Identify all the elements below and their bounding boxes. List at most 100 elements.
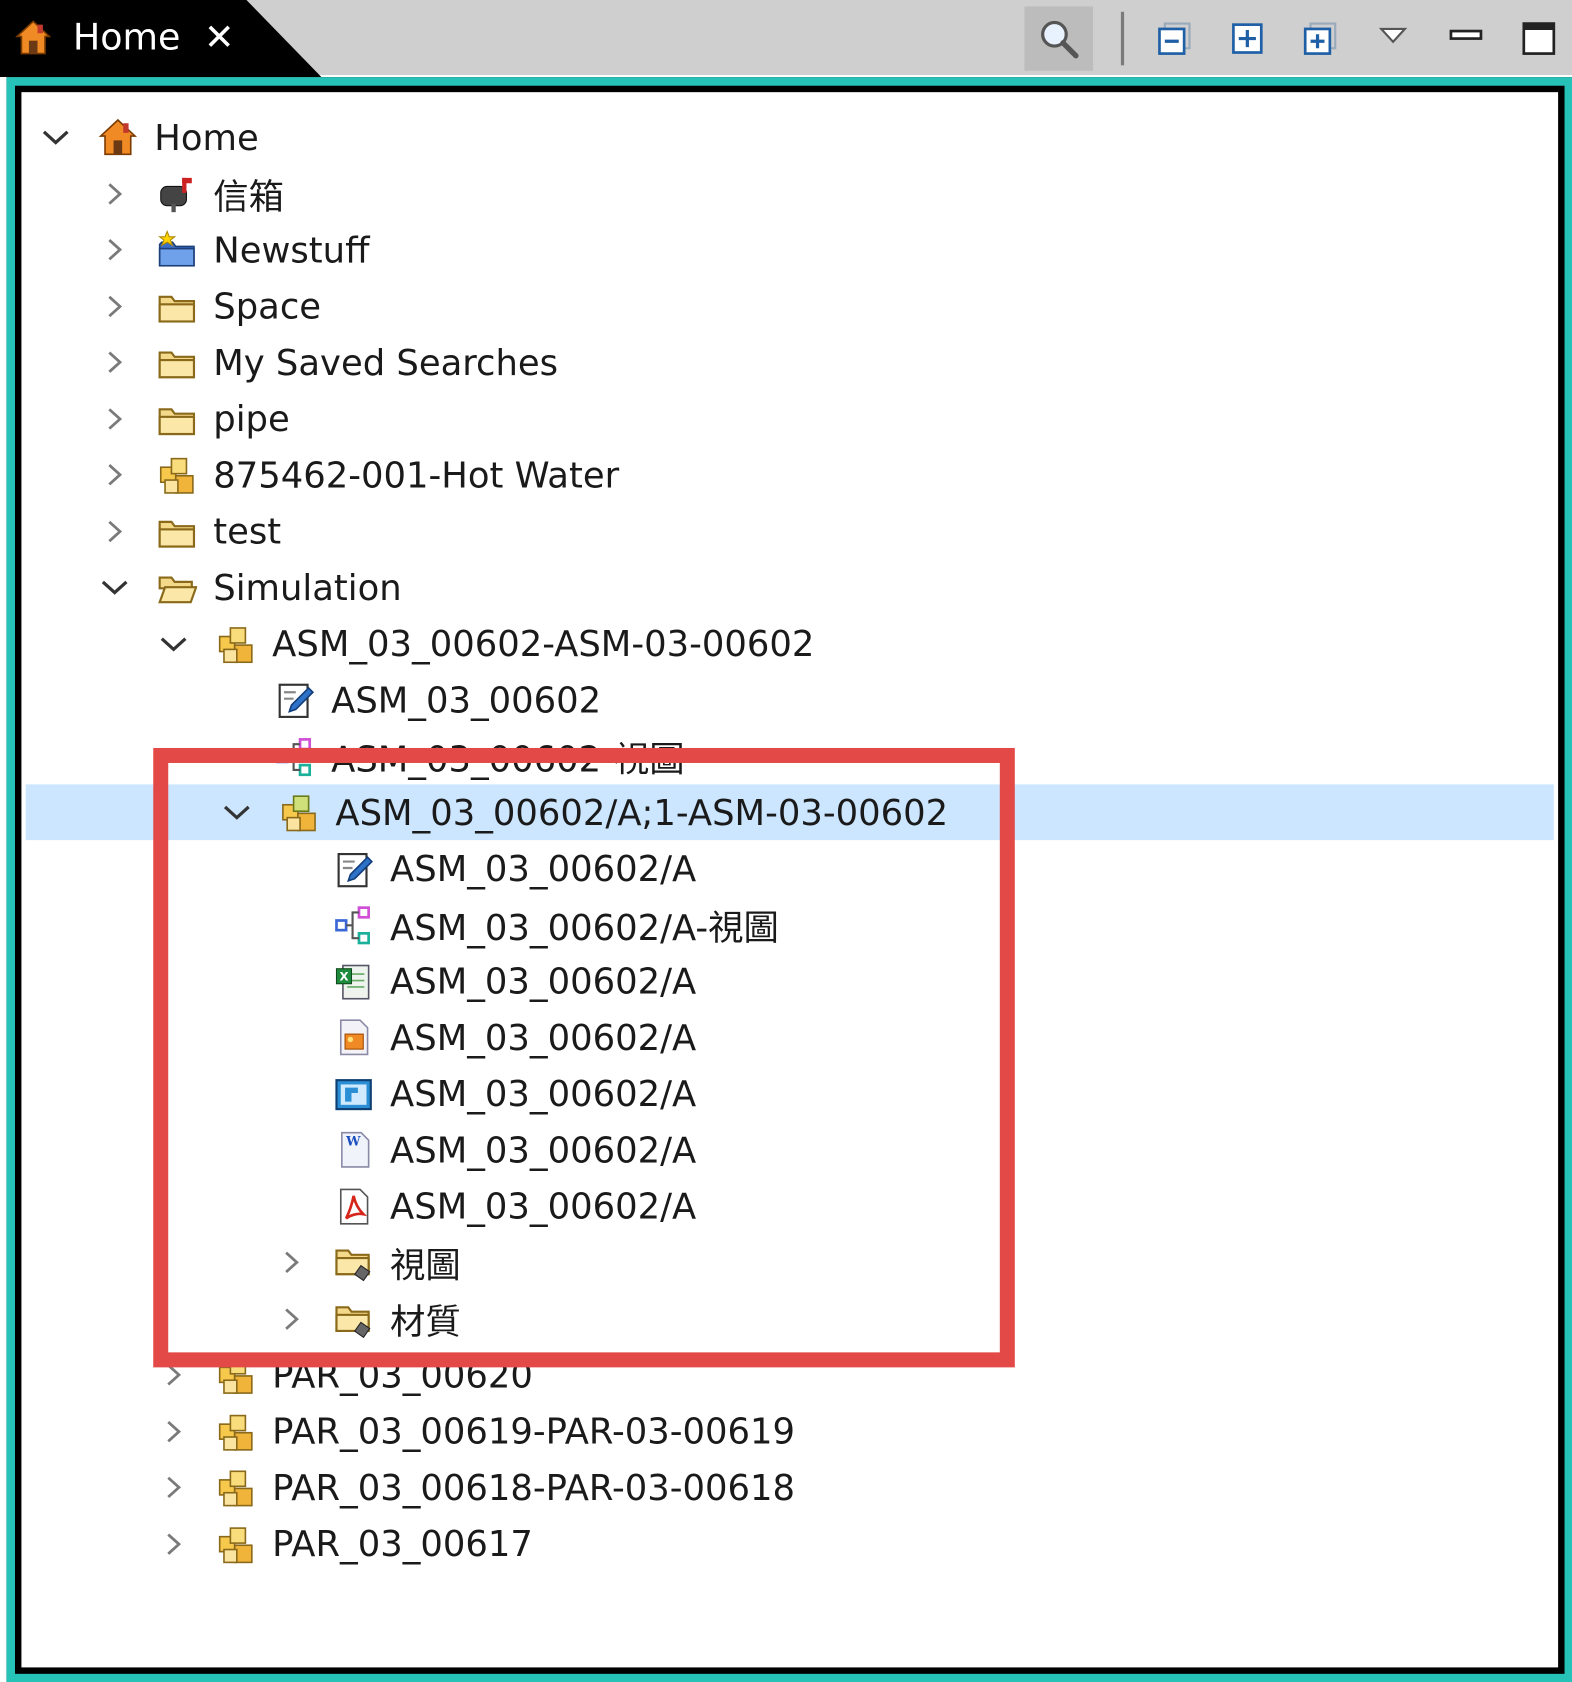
chevron-right-icon[interactable] (100, 347, 130, 377)
tree-node[interactable]: test (21, 503, 1558, 559)
chevron-right-icon[interactable] (100, 516, 130, 546)
tree-node-label: ASM_03_00602/A (390, 1185, 697, 1227)
chevron-down-icon[interactable] (222, 797, 252, 827)
tree-node-label: ASM_03_00602/A (390, 960, 697, 1002)
svg-text:X: X (339, 969, 348, 983)
tree-node[interactable]: ASM_03_00602-視圖 (21, 728, 1558, 784)
tree-node[interactable]: PAR_03_00620 (21, 1347, 1558, 1403)
tree-node[interactable]: W ASM_03_00602/A (21, 1122, 1558, 1178)
search-icon[interactable] (1024, 6, 1094, 71)
tree-viewport: Home 信箱 Newstuff Space My Saved Searches pipe… (21, 92, 1559, 1668)
tree-node[interactable]: ASM_03_00602/A (21, 1178, 1558, 1234)
home-icon (96, 116, 139, 159)
tree-node[interactable]: Newstuff (21, 222, 1558, 278)
tree-node-label: 材質 (390, 1300, 461, 1343)
tree-node-label: ASM_03_00602/A (390, 1128, 697, 1171)
tree-node-label: PAR_03_00618-PAR-03-00618 (272, 1466, 796, 1509)
chevron-right-icon[interactable] (159, 1472, 189, 1502)
tree-node-label: ASM_03_00602/A (390, 1016, 697, 1059)
tree-node[interactable]: ASM_03_00602/A-視圖 (21, 897, 1558, 953)
toolbar-separator (1120, 11, 1125, 66)
item-icon (214, 1466, 257, 1509)
pseudo-folder-icon (332, 1241, 375, 1284)
tree-node[interactable]: 材質 (21, 1291, 1558, 1347)
home-icon (13, 17, 54, 58)
tree-node[interactable]: ASM_03_00602/A;1-ASM-03-00602 (25, 784, 1554, 841)
tree-node[interactable]: Simulation (21, 559, 1558, 615)
maximize-icon[interactable] (1516, 16, 1561, 61)
tree-node-label: 875462-001-Hot Water (213, 453, 620, 496)
chevron-right-icon[interactable] (100, 403, 130, 433)
tree-node[interactable]: Home (21, 109, 1558, 165)
tree-node-label: My Saved Searches (213, 341, 559, 384)
view-toolbar (1024, 6, 1561, 71)
item-revision-icon (278, 791, 321, 834)
excel-icon: X (332, 960, 375, 1003)
pdf-icon (332, 1185, 375, 1228)
tree-node-label: PAR_03_00620 (272, 1353, 533, 1396)
chevron-down-icon[interactable] (100, 572, 130, 602)
tree-node[interactable]: ASM_03_00602 (21, 672, 1558, 728)
tree-node[interactable]: PAR_03_00617 (21, 1516, 1558, 1572)
tree-node[interactable]: 視圖 (21, 1234, 1558, 1290)
tree-node[interactable]: ASM_03_00602-ASM-03-00602 (21, 616, 1558, 672)
tree-node[interactable]: ASM_03_00602/A (21, 1066, 1558, 1122)
tree-node-label: Newstuff (213, 228, 370, 271)
word-icon: W (332, 1128, 375, 1171)
expand-all-icon[interactable] (1298, 16, 1343, 61)
home-tab[interactable]: Home ✕ (0, 0, 322, 78)
tree-node[interactable]: PAR_03_00618-PAR-03-00618 (21, 1460, 1558, 1516)
tree-node[interactable]: 信箱 (21, 166, 1558, 222)
close-icon[interactable]: ✕ (204, 16, 235, 59)
item-icon (155, 453, 198, 496)
item-icon (214, 622, 257, 665)
tree-node[interactable]: pipe (21, 391, 1558, 447)
tree-node-label: ASM_03_00602/A (390, 847, 697, 890)
folder-icon (155, 341, 198, 384)
folder-icon (155, 510, 198, 553)
tree-node-label: Simulation (213, 566, 402, 609)
tree-node-label: Home (154, 116, 259, 159)
tree-node[interactable]: ASM_03_00602/A (21, 1009, 1558, 1065)
tree-node[interactable]: Space (21, 278, 1558, 334)
chevron-down-icon[interactable] (159, 628, 189, 658)
folder-open-icon (155, 566, 198, 609)
bom-view-icon (273, 735, 316, 778)
tree-node[interactable]: ASM_03_00602/A (21, 841, 1558, 897)
tree-node-label: test (213, 510, 282, 552)
tree-node[interactable]: X ASM_03_00602/A (21, 953, 1558, 1009)
tree-node-label: ASM_03_00602-ASM-03-00602 (272, 622, 815, 665)
view-menu-icon[interactable] (1371, 16, 1416, 61)
tree-node-label: 視圖 (390, 1244, 461, 1286)
chevron-right-icon[interactable] (100, 291, 130, 321)
pseudo-folder-icon (332, 1297, 375, 1340)
collapse-all-icon[interactable] (1152, 16, 1197, 61)
tree-node-label: Space (213, 285, 322, 327)
chevron-right-icon[interactable] (159, 1360, 189, 1390)
mailbox-icon (155, 172, 198, 215)
item-icon (214, 1522, 257, 1565)
expand-icon[interactable] (1225, 16, 1270, 61)
item-icon (214, 1410, 257, 1453)
tree-node-label: PAR_03_00617 (272, 1522, 533, 1565)
chevron-down-icon[interactable] (41, 122, 71, 152)
tree-node[interactable]: My Saved Searches (21, 334, 1558, 390)
tree-node-label: ASM_03_00602/A-視圖 (390, 906, 779, 949)
chevron-right-icon[interactable] (276, 1304, 306, 1334)
chevron-right-icon[interactable] (159, 1529, 189, 1559)
minimize-icon[interactable] (1443, 16, 1488, 61)
tree-node-label: 信箱 (213, 175, 284, 217)
chevron-right-icon[interactable] (159, 1416, 189, 1446)
chevron-right-icon[interactable] (100, 460, 130, 490)
chevron-right-icon[interactable] (100, 178, 130, 208)
cad-icon (332, 1072, 375, 1115)
svg-text:W: W (345, 1135, 361, 1150)
tree-node[interactable]: PAR_03_00619-PAR-03-00619 (21, 1403, 1558, 1459)
chevron-right-icon[interactable] (276, 1247, 306, 1277)
bom-view-icon (332, 903, 375, 946)
tree-node-label: ASM_03_00602 (331, 678, 602, 721)
navigator-tree: Home 信箱 Newstuff Space My Saved Searches pipe… (21, 92, 1558, 1667)
chevron-right-icon[interactable] (100, 235, 130, 265)
tree-node[interactable]: 875462-001-Hot Water (21, 447, 1558, 503)
image-icon (332, 1016, 375, 1059)
